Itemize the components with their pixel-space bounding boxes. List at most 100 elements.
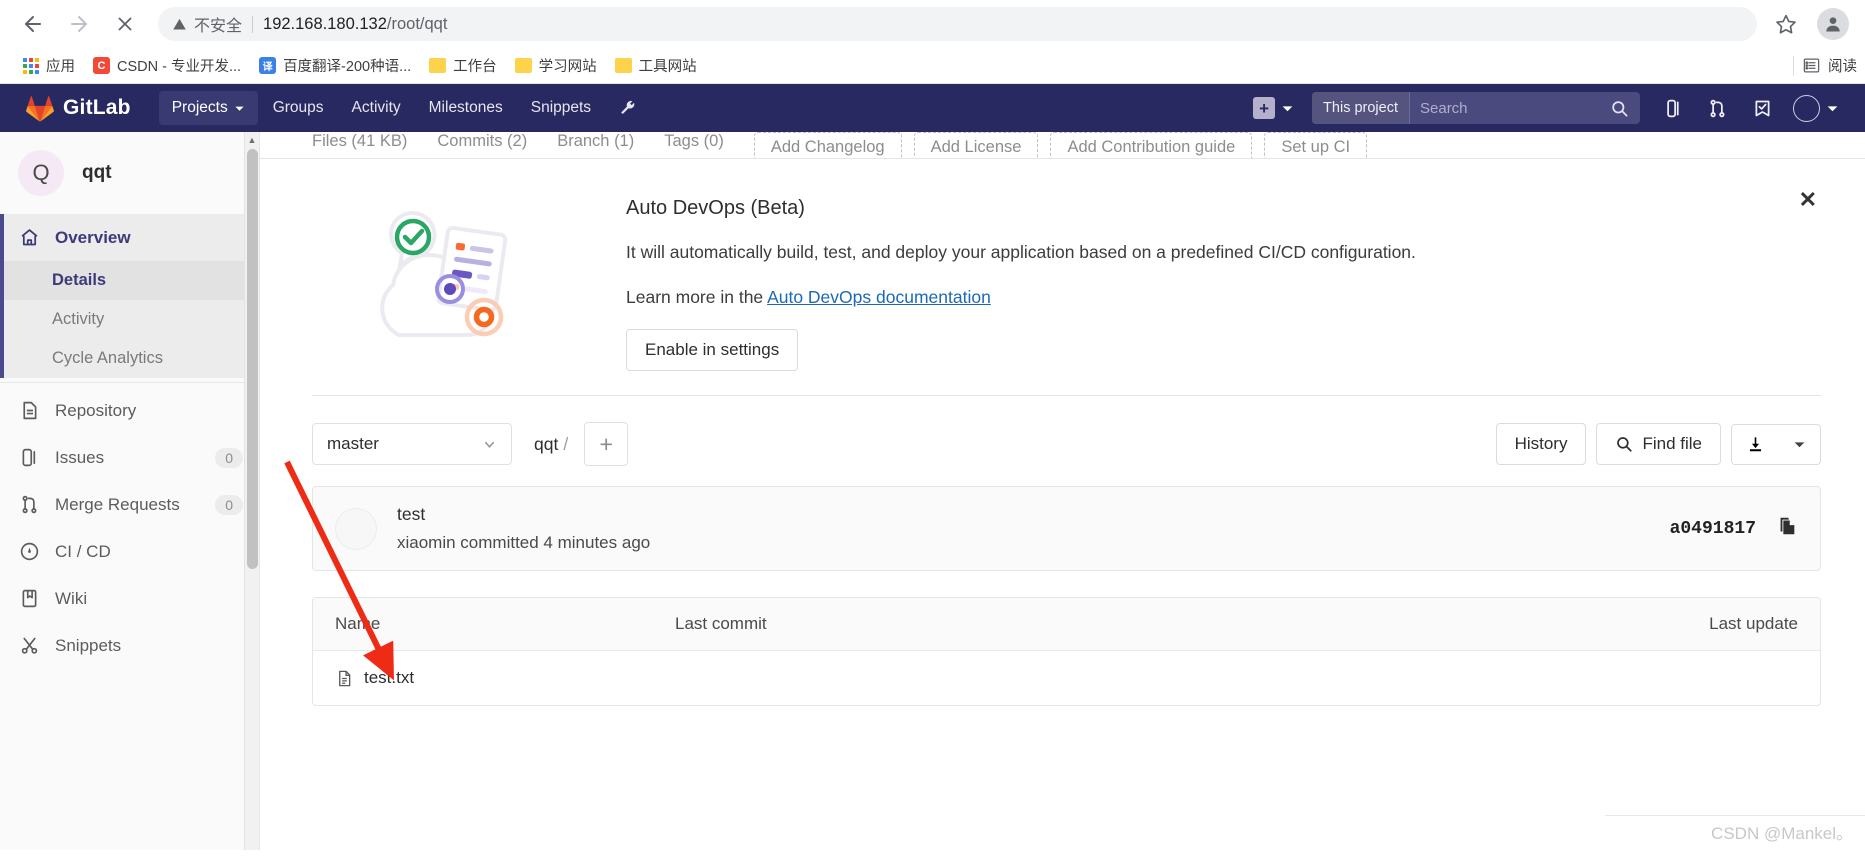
bookmark-label: CSDN - 专业开发... [117,59,242,75]
auto-devops-description: It will automatically build, test, and d… [626,242,1416,262]
table-row[interactable]: test.txt [313,651,1820,705]
header-todos-icon[interactable] [1742,91,1783,126]
set-up-ci-button[interactable]: Set up CI [1264,132,1368,158]
back-icon[interactable] [12,3,54,45]
project-avatar: Q [18,150,64,196]
file-name-cell[interactable]: test.txt [335,668,675,688]
bookmark-label: 应用 [46,59,75,75]
stop-icon[interactable] [104,3,146,45]
sidebar-item-snippets[interactable]: Snippets [0,622,259,669]
bookmark-folder-workbench[interactable]: 工作台 [420,51,506,80]
commit-message[interactable]: test [397,504,650,525]
sidebar-item-wiki[interactable]: Wiki [0,575,259,622]
download-icon[interactable] [1732,424,1779,464]
header-merge-requests-icon[interactable] [1697,91,1738,126]
stat-commits[interactable]: Commits (2) [437,132,545,151]
address-bar[interactable]: 不安全 192.168.180.132/root/qqt [158,7,1757,41]
auto-devops-cloud-illustration [312,187,612,373]
auto-devops-learn-more: Learn more in the Auto DevOps documentat… [626,285,1821,310]
column-header-name: Name [335,614,381,633]
download-split-button[interactable] [1731,423,1821,465]
stat-branches[interactable]: Branch (1) [557,132,652,151]
branch-selector-value: master [327,434,379,453]
sidebar-item-details-label: Details [52,271,107,289]
new-dropdown-button[interactable]: + [1245,91,1302,125]
nav-projects-label: Projects [171,99,228,116]
bookmark-baidu-fanyi[interactable]: 译 百度翻译-200种语... [250,51,420,80]
sidebar-item-ci-cd[interactable]: CI / CD [0,528,259,575]
commit-right: a0491817 [1670,515,1798,542]
sidebar-item-merge-requests[interactable]: Merge Requests 0 [0,481,259,528]
auto-devops-body: Auto DevOps (Beta) It will automatically… [612,187,1821,371]
gitlab-logo-link[interactable]: GitLab [12,95,141,122]
chevron-down-icon [484,441,495,448]
reading-list-button[interactable]: 阅读 [1802,55,1857,76]
stat-tags[interactable]: Tags (0) [664,132,742,151]
enable-in-settings-button[interactable]: Enable in settings [626,329,799,371]
not-secure-warning-icon [172,17,187,32]
scrollbar-thumb[interactable] [247,149,258,569]
add-changelog-button[interactable]: Add Changelog [753,132,902,158]
search-icon[interactable] [1606,99,1640,118]
nav-groups[interactable]: Groups [260,91,337,125]
sidebar-group-overview: Overview Details Activity Cycle Analytic… [0,214,259,378]
chevron-down-icon [1827,105,1838,111]
reading-list-icon [1803,58,1820,73]
sidebar-item-details[interactable]: Details [4,261,259,300]
nav-snippets[interactable]: Snippets [518,91,604,125]
stat-files[interactable]: Files (41 KB) [312,132,425,151]
nav-projects[interactable]: Projects [158,91,258,125]
document-icon [18,400,40,421]
nav-snippets-label: Snippets [530,99,592,116]
add-to-tree-button[interactable]: + [584,422,629,466]
auto-devops-documentation-link[interactable]: Auto DevOps documentation [767,287,991,307]
sidebar-item-repository[interactable]: Repository [0,387,259,434]
gitlab-main-nav: Projects Groups Activity Milestones Snip… [158,91,649,126]
search-box[interactable]: This project [1312,92,1640,124]
column-header-last-commit: Last commit [675,614,767,633]
sidebar-item-cycle-analytics[interactable]: Cycle Analytics [4,339,259,378]
rocket-gauge-icon [18,541,40,562]
bookmark-star-icon[interactable] [1767,5,1805,43]
sidebar-item-activity[interactable]: Activity [4,300,259,339]
add-contribution-guide-button[interactable]: Add Contribution guide [1050,132,1253,158]
nav-milestones[interactable]: Milestones [416,91,516,125]
header-issues-icon[interactable] [1652,91,1693,126]
chevron-down-icon [1794,441,1805,447]
download-dropdown-caret-icon[interactable] [1779,427,1820,461]
bookmark-apps[interactable]: 应用 [14,51,84,80]
add-license-button[interactable]: Add License [913,132,1039,158]
search-scope-label[interactable]: This project [1312,92,1410,124]
sidebar-item-repository-label: Repository [55,400,137,420]
chevron-down-icon [235,106,244,111]
sidebar-item-snippets-label: Snippets [55,635,122,655]
nav-groups-label: Groups [272,99,324,116]
nav-milestones-label: Milestones [428,99,503,116]
commit-sha[interactable]: a0491817 [1670,519,1756,539]
sidebar-scrollbar[interactable]: ▲ [244,132,259,850]
project-header[interactable]: Q qqt [0,132,259,214]
sidebar-item-cycle-analytics-label: Cycle Analytics [52,349,163,367]
user-menu-button[interactable] [1787,94,1847,122]
breadcrumb-project[interactable]: qqt [534,434,558,454]
bookmarks-bar-right: 阅读 [1793,55,1857,76]
bookmark-folder-tools[interactable]: 工具网站 [606,51,706,80]
csdn-favicon-letter: C [97,59,106,72]
search-input[interactable] [1410,92,1606,124]
forward-icon[interactable] [58,3,100,45]
admin-wrench-icon[interactable] [606,91,649,126]
copy-icon[interactable] [1776,515,1798,542]
bookmark-label: 工具网站 [638,59,697,75]
close-icon[interactable]: ✕ [1799,189,1817,211]
branch-selector[interactable]: master [312,423,512,465]
scrollbar-up-arrow-icon[interactable]: ▲ [245,132,259,148]
sidebar-item-issues[interactable]: Issues 0 [0,434,259,481]
nav-activity[interactable]: Activity [339,91,414,125]
profile-avatar[interactable] [1817,8,1849,40]
bookmark-csdn[interactable]: C CSDN - 专业开发... [84,51,250,80]
find-file-label: Find file [1642,434,1702,453]
sidebar-item-overview[interactable]: Overview [4,214,259,261]
find-file-button[interactable]: Find file [1596,423,1721,465]
history-button[interactable]: History [1495,423,1587,465]
bookmark-folder-study[interactable]: 学习网站 [506,51,606,80]
